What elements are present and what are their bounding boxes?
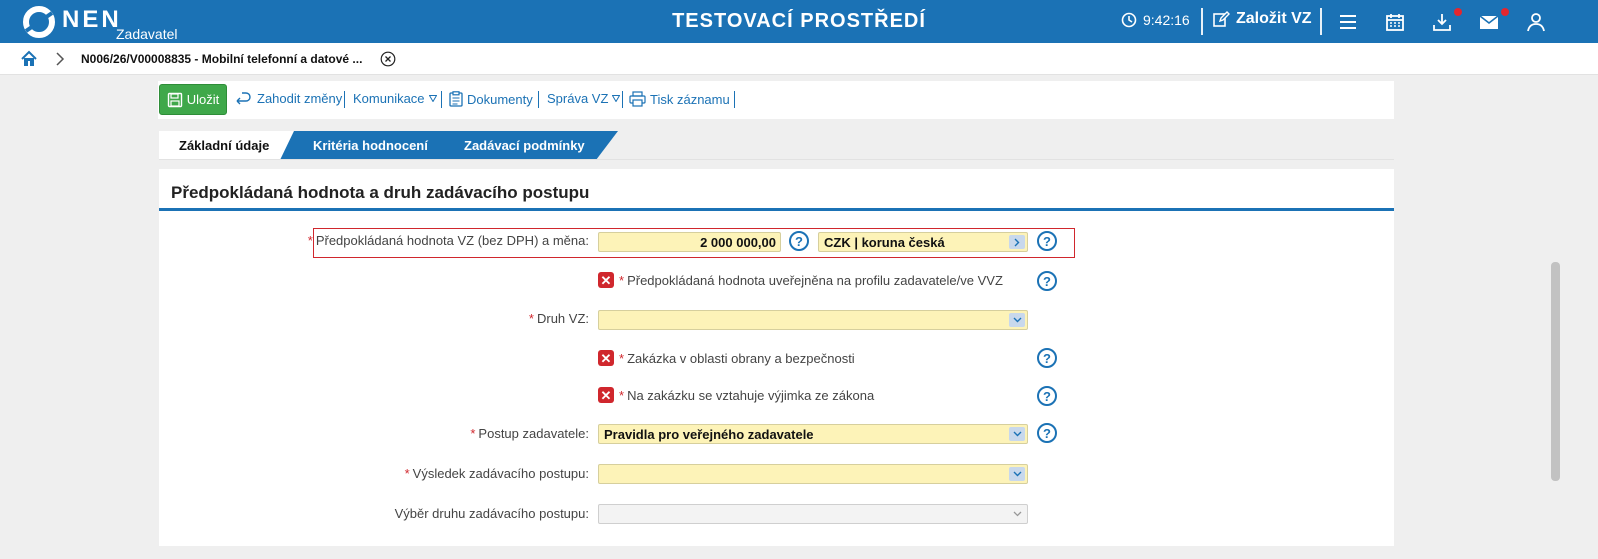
notification-dot <box>1454 8 1462 16</box>
notification-dot <box>1501 8 1509 16</box>
print-button[interactable]: Tisk záznamu <box>629 91 730 107</box>
home-icon[interactable] <box>20 50 38 68</box>
section-title: Předpokládaná hodnota a druh zadávacího … <box>171 183 590 202</box>
printer-icon <box>629 91 646 107</box>
exception-checkbox[interactable]: ✕ <box>598 387 614 403</box>
toolbar-divider <box>538 91 539 108</box>
contract-type-select[interactable] <box>598 310 1028 330</box>
documents-label: Dokumenty <box>467 91 533 107</box>
top-bar: NEN Zadavatel TESTOVACÍ PROSTŘEDÍ 9:42:1… <box>0 0 1598 43</box>
save-label: Uložit <box>186 92 220 107</box>
documents-button[interactable]: Dokumenty <box>449 91 533 107</box>
chevron-down-icon[interactable] <box>1009 313 1025 327</box>
tab-basic-info[interactable]: Základní údaje <box>159 131 308 160</box>
published-label: * Předpokládaná hodnota uveřejněna na pro… <box>619 273 1003 288</box>
chevron-down-icon[interactable] <box>1009 467 1025 481</box>
contract-type-label: * Druh VZ: <box>528 311 589 326</box>
breadcrumb-current[interactable]: N006/26/V00008835 - Mobilní telefonní a … <box>81 52 362 66</box>
help-icon[interactable]: ? <box>1037 386 1057 406</box>
published-checkbox[interactable]: ✕ <box>598 272 614 288</box>
estimated-value-input[interactable]: 2 000 000,00 <box>598 232 781 252</box>
toolbar-divider <box>441 91 442 108</box>
logo-text[interactable]: NEN <box>62 6 122 34</box>
triangle-down-icon <box>428 95 437 102</box>
communication-menu[interactable]: Komunikace <box>353 91 437 106</box>
menu-icon[interactable] <box>1337 11 1359 33</box>
create-vz-label: Založit VZ <box>1236 10 1312 27</box>
action-toolbar: Uložit Zahodit změny Komunikace Dokument… <box>158 81 1394 119</box>
selection-label: Výběr druhu zadávacího postupu: <box>394 506 589 521</box>
toolbar-divider <box>344 91 345 108</box>
currency-select[interactable]: CZK | koruna česká <box>818 232 1028 252</box>
divider <box>1201 8 1203 35</box>
help-icon[interactable]: ? <box>789 231 809 251</box>
tab-tender-conditions[interactable]: Zadávací podmínky <box>432 131 618 160</box>
edit-icon <box>1213 11 1230 27</box>
save-button[interactable]: Uložit <box>159 84 227 115</box>
chevron-right-icon <box>56 52 65 66</box>
manage-label: Správa VZ <box>547 91 609 106</box>
toolbar-divider <box>734 91 735 108</box>
communication-label: Komunikace <box>353 91 425 106</box>
user-icon[interactable] <box>1525 11 1547 33</box>
help-icon[interactable]: ? <box>1037 348 1057 368</box>
clock-icon <box>1121 12 1137 28</box>
clock-time: 9:42:16 <box>1143 12 1190 28</box>
save-icon <box>167 92 182 107</box>
tab-evaluation-criteria[interactable]: Kritéria hodnocení <box>280 131 462 160</box>
chevron-down-icon[interactable] <box>1009 427 1025 441</box>
nen-logo-icon[interactable] <box>22 5 56 39</box>
download-icon[interactable] <box>1431 11 1453 33</box>
estimated-value-text: 2 000 000,00 <box>700 235 776 250</box>
clipboard-icon <box>449 91 463 107</box>
calendar-icon[interactable] <box>1384 11 1406 33</box>
discard-label: Zahodit změny <box>257 91 343 106</box>
create-vz-button[interactable]: Založit VZ <box>1212 10 1312 28</box>
breadcrumb: N006/26/V00008835 - Mobilní telefonní a … <box>0 43 1598 75</box>
result-label: * Výsledek zadávacího postupu: <box>404 466 589 481</box>
procedure-select[interactable]: Pravidla pro veřejného zadavatele <box>598 424 1028 444</box>
print-label: Tisk záznamu <box>650 91 730 107</box>
result-select[interactable] <box>598 464 1028 484</box>
section-divider <box>159 208 1394 211</box>
page-scrollbar[interactable] <box>1551 262 1560 481</box>
defense-checkbox[interactable]: ✕ <box>598 350 614 366</box>
tab-underline <box>159 159 1394 160</box>
estimated-value-label: * Předpokládaná hodnota VZ (bez DPH) a mě… <box>307 233 589 248</box>
manage-vz-menu[interactable]: Správa VZ <box>547 91 621 106</box>
chevron-down-icon <box>1009 507 1025 521</box>
help-icon[interactable]: ? <box>1037 271 1057 291</box>
session-clock: 9:42:16 <box>1121 12 1190 28</box>
close-icon[interactable] <box>380 51 396 67</box>
chevron-right-icon[interactable] <box>1009 235 1025 249</box>
undo-icon <box>236 91 251 104</box>
exception-label: * Na zakázku se vztahuje výjimka ze zákon… <box>619 388 875 403</box>
help-icon[interactable]: ? <box>1037 423 1057 443</box>
procedure-value: Pravidla pro veřejného zadavatele <box>604 427 814 442</box>
logo-subtitle: Zadavatel <box>116 26 178 42</box>
discard-changes-button[interactable]: Zahodit změny <box>235 91 342 106</box>
currency-value: CZK | koruna česká <box>824 235 945 250</box>
mail-icon[interactable] <box>1478 11 1500 33</box>
triangle-down-icon <box>612 95 621 102</box>
toolbar-divider <box>622 91 623 108</box>
selection-select <box>598 504 1028 524</box>
defense-label: * Zakázka v oblasti obrany a bezpečnosti <box>619 351 855 366</box>
divider <box>1320 8 1322 35</box>
procedure-label: * Postup zadavatele: <box>470 426 589 441</box>
help-icon[interactable]: ? <box>1037 231 1057 251</box>
